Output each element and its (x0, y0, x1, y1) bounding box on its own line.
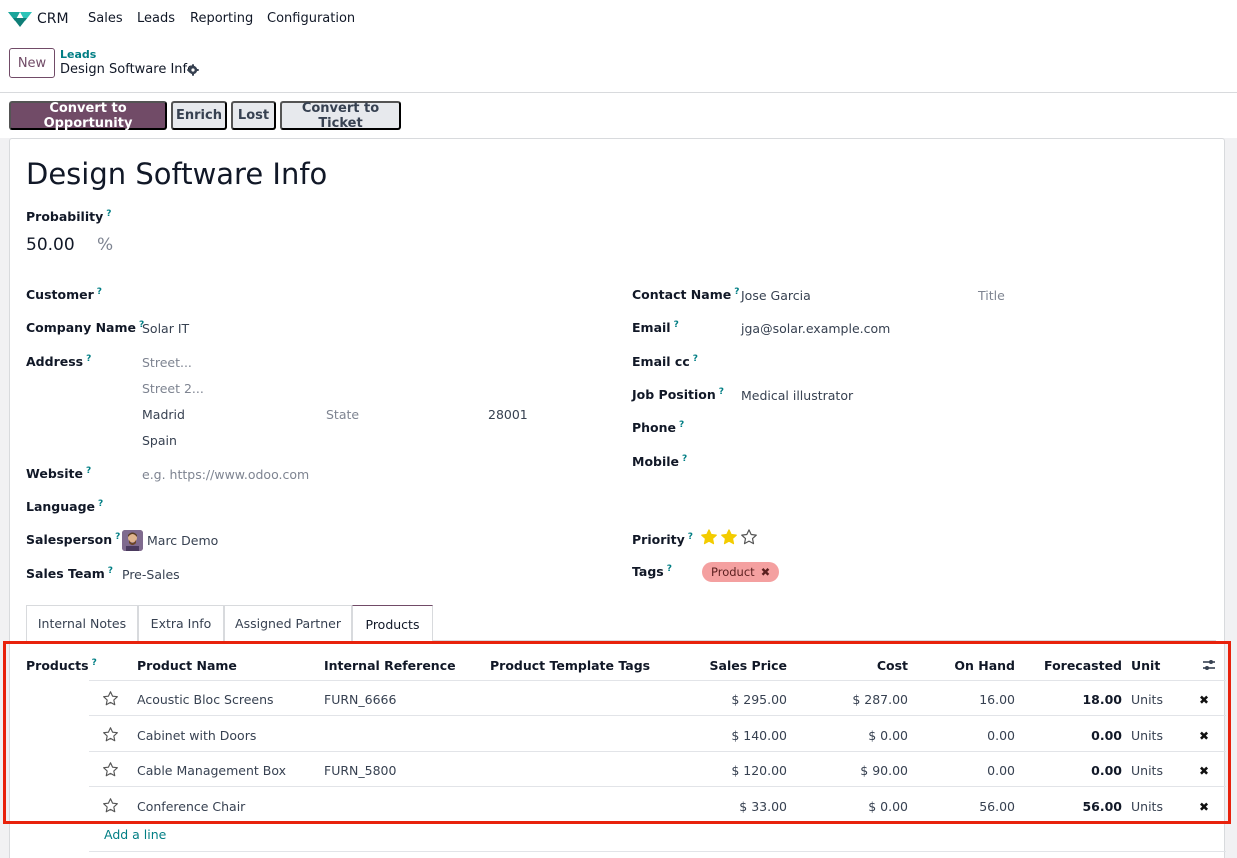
email-label: Email? (632, 320, 679, 336)
probability-unit: % (97, 235, 114, 255)
priority-label: Priority? (632, 532, 694, 548)
tab-assigned-partner[interactable]: Assigned Partner (224, 605, 352, 641)
language-label: Language? (26, 499, 104, 515)
sales-team-label: Sales Team? (26, 566, 114, 582)
convert-to-ticket-button[interactable]: Convert to Ticket (280, 101, 401, 131)
job-position-label: Job Position? (632, 387, 724, 403)
priority-star-icon[interactable] (700, 528, 718, 546)
gear-icon[interactable] (187, 64, 199, 76)
highlight-box (3, 641, 1231, 824)
street-input[interactable]: Street... (142, 355, 192, 370)
probability-label: Probability? (26, 209, 112, 225)
street2-input[interactable]: Street 2... (142, 381, 204, 396)
top-navbar: CRM Sales Leads Reporting Configuration (0, 0, 1237, 40)
action-bar: Convert to Opportunity Enrich Lost Conve… (0, 93, 1237, 138)
email-field[interactable]: jga@solar.example.com (741, 321, 890, 336)
customer-label: Customer? (26, 287, 102, 303)
contact-name-label: Contact Name? (632, 287, 740, 303)
zip-input[interactable]: 28001 (488, 407, 528, 422)
salesperson-label: Salesperson? (26, 532, 121, 548)
priority-star-icon[interactable] (740, 528, 758, 546)
table-footer-divider (89, 851, 1226, 852)
probability-input[interactable]: 50.00 (26, 235, 75, 255)
lost-button[interactable]: Lost (231, 101, 276, 130)
tab-products[interactable]: Products (352, 605, 433, 642)
company-name-label: Company Name? (26, 320, 145, 336)
salesperson-field[interactable]: Marc Demo (147, 533, 218, 548)
menu-leads[interactable]: Leads (137, 11, 175, 26)
tag-product[interactable]: Product ✖ (702, 562, 780, 582)
tab-internal-notes[interactable]: Internal Notes (26, 605, 138, 641)
tags-label: Tags? (632, 564, 672, 580)
title-field[interactable]: Title (978, 288, 1005, 303)
control-panel: New Leads Design Software Info (0, 40, 1237, 93)
company-name-field[interactable]: Solar IT (142, 321, 189, 336)
menu-configuration[interactable]: Configuration (267, 11, 355, 26)
country-input[interactable]: Spain (142, 433, 177, 448)
sales-team-field[interactable]: Pre-Sales (122, 567, 180, 582)
mobile-label: Mobile? (632, 454, 688, 470)
convert-to-opportunity-button[interactable]: Convert to Opportunity (9, 101, 167, 131)
state-input[interactable]: State (326, 407, 359, 422)
address-label: Address? (26, 354, 92, 370)
notebook-tabs: Internal Notes Extra Info Assigned Partn… (26, 605, 1216, 642)
enrich-button[interactable]: Enrich (171, 101, 227, 130)
phone-label: Phone? (632, 420, 685, 436)
lead-title[interactable]: Design Software Info (26, 157, 327, 191)
new-button[interactable]: New (9, 48, 55, 78)
website-label: Website? (26, 466, 92, 482)
tab-extra-info[interactable]: Extra Info (138, 605, 224, 641)
priority-star-icon[interactable] (720, 528, 738, 546)
tag-label: Product (711, 565, 755, 579)
tag-remove-icon[interactable]: ✖ (761, 565, 771, 579)
menu-reporting[interactable]: Reporting (190, 11, 253, 26)
job-position-field[interactable]: Medical illustrator (741, 388, 853, 403)
breadcrumb-leads[interactable]: Leads (60, 48, 96, 61)
menu-sales[interactable]: Sales (88, 11, 123, 26)
crm-logo-icon[interactable] (7, 10, 33, 28)
app-name[interactable]: CRM (37, 11, 69, 27)
email-cc-label: Email cc? (632, 354, 698, 370)
add-a-line-link[interactable]: Add a line (104, 827, 166, 842)
breadcrumb-current: Design Software Info (60, 62, 196, 77)
contact-name-field[interactable]: Jose Garcia (741, 288, 811, 303)
city-input[interactable]: Madrid (142, 407, 185, 422)
website-input[interactable]: e.g. https://www.odoo.com (142, 467, 309, 482)
salesperson-avatar (122, 530, 143, 551)
